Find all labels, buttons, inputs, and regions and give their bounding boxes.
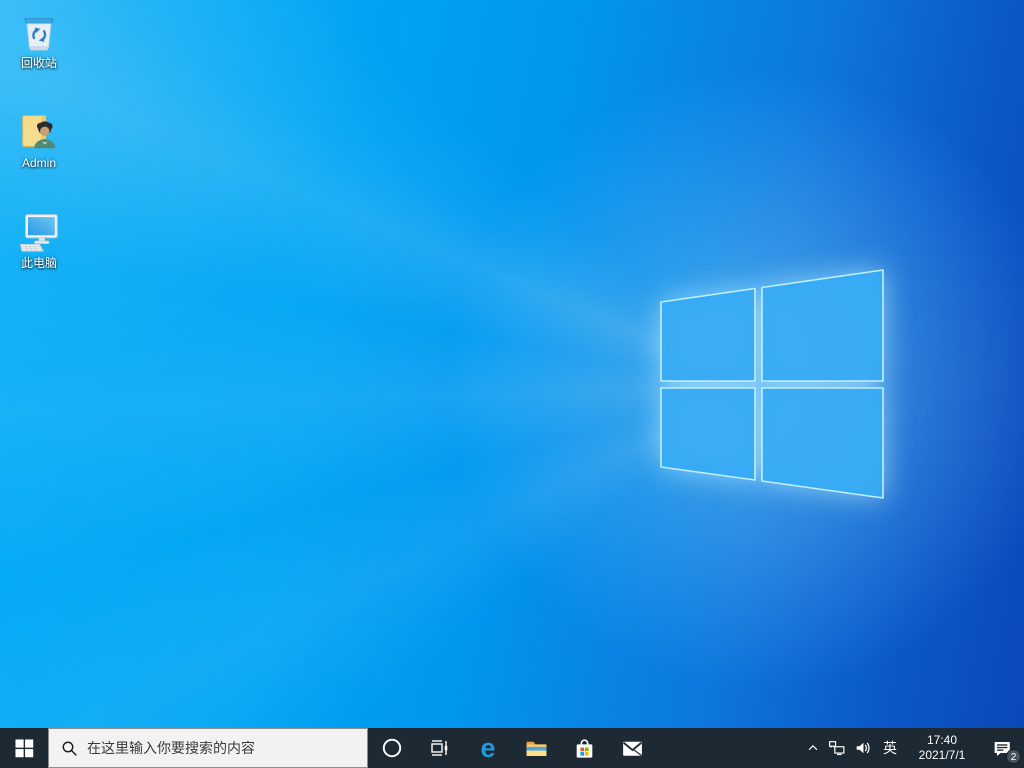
- taskbar-file-explorer-button[interactable]: [512, 728, 560, 768]
- taskbar-edge-button[interactable]: e: [464, 728, 512, 768]
- system-tray: 英 17:40 2021/7/1 2: [802, 728, 1024, 768]
- taskbar-mail-button[interactable]: [608, 728, 656, 768]
- desktop-icon-this-pc[interactable]: 此电脑: [1, 208, 77, 270]
- tray-hidden-icons-button[interactable]: [802, 728, 824, 768]
- taskbar-search[interactable]: [48, 728, 368, 768]
- recycle-bin-icon: [24, 18, 54, 51]
- taskbar-task-view-button[interactable]: [416, 728, 464, 768]
- desktop: 回收站 Admin 此电脑 在这里输入你要搜索的内容 e 英 17:40 202…: [0, 0, 1024, 768]
- user-folder-icon: [22, 115, 56, 149]
- windows-logo-icon: [14, 738, 33, 757]
- search-icon: [62, 741, 77, 756]
- clock-date: 2021/7/1: [918, 748, 966, 762]
- clock-time: 17:40: [926, 733, 958, 747]
- desktop-icon-label: Admin: [21, 156, 56, 170]
- taskbar-cortana-button[interactable]: [368, 728, 416, 768]
- network-icon: [829, 741, 845, 756]
- tray-clock[interactable]: 17:40 2021/7/1: [904, 728, 980, 768]
- search-input[interactable]: [87, 729, 367, 767]
- tray-volume-button[interactable]: [850, 728, 876, 768]
- cortana-icon: [382, 738, 402, 758]
- volume-icon: [856, 742, 870, 754]
- start-button[interactable]: [0, 728, 48, 768]
- this-pc-icon: [19, 214, 58, 252]
- taskbar-store-button[interactable]: [560, 728, 608, 768]
- svg-text:e: e: [480, 734, 495, 762]
- mail-icon: [622, 741, 642, 756]
- notification-badge: 2: [1006, 749, 1021, 764]
- task-view-icon: [431, 740, 448, 756]
- tray-network-button[interactable]: [824, 728, 850, 768]
- chevron-up-icon: [808, 744, 818, 751]
- action-center-button[interactable]: 2: [980, 728, 1024, 768]
- file-explorer-icon: [526, 741, 546, 756]
- desktop-icon-label: 此电脑: [20, 256, 57, 270]
- tray-language-indicator[interactable]: 英: [876, 728, 904, 768]
- wallpaper: [0, 0, 1024, 728]
- desktop-icon-label: 回收站: [20, 56, 57, 70]
- taskbar: e: [0, 728, 1024, 768]
- windows-logo-wallpaper-icon: [660, 269, 884, 499]
- desktop-icon-recycle-bin[interactable]: 回收站: [1, 8, 77, 70]
- store-icon: [576, 738, 592, 758]
- desktop-icon-admin[interactable]: Admin: [1, 108, 77, 170]
- edge-icon: e: [480, 734, 495, 762]
